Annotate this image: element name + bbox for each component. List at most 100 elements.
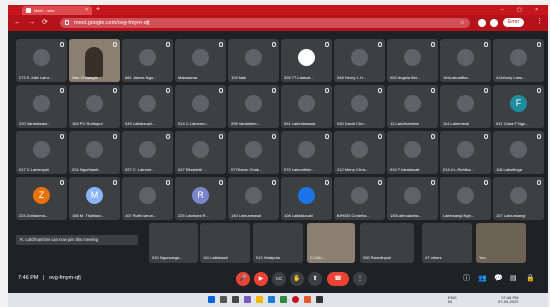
participant-name: 027 C. Lalremr... xyxy=(125,167,155,172)
participant-name: 002 Angela Bei... xyxy=(390,75,421,80)
participant-tile[interactable]: 010 T.Vanlalruati xyxy=(387,131,438,174)
url-text[interactable]: meet.google.com/ovg-fmym-qfj xyxy=(74,19,150,27)
participant-tile[interactable]: 091 Lalrindmawia xyxy=(281,85,332,128)
participant-tile[interactable]: 250 Ramdinpuii xyxy=(360,223,414,263)
chrome-icon[interactable] xyxy=(292,296,299,303)
participant-tile[interactable]: 070 Lalnunthim... xyxy=(281,131,332,174)
participant-tile[interactable]: 048 Henry L.H... xyxy=(334,39,385,82)
forward-button[interactable]: → xyxy=(28,19,35,27)
participant-tile[interactable]: 049 Lalfakzuali... xyxy=(122,85,173,128)
participant-tile[interactable]: Hau Chhangte xyxy=(69,39,120,82)
office-icon[interactable] xyxy=(304,296,311,303)
address-bar[interactable]: meet.google.com/ovg-fmym-qfj ☆ xyxy=(60,18,470,28)
present-button[interactable]: ⬆ xyxy=(308,272,322,286)
host-controls-lock-icon[interactable]: 🔒 xyxy=(526,275,535,283)
tab-close-icon[interactable]: × xyxy=(85,8,88,13)
participant-tile[interactable]: 027 C. Lalremr... xyxy=(122,131,173,174)
participant-avatar xyxy=(245,95,262,112)
participant-tile[interactable]: C.Chh... xyxy=(307,223,355,263)
store-icon[interactable] xyxy=(280,296,287,303)
participant-name: 047 Elizabeth ... xyxy=(178,167,207,172)
participant-avatar xyxy=(457,187,474,204)
app-icon[interactable] xyxy=(316,296,323,303)
participant-tile[interactable]: Lalrinsangi Ngh... xyxy=(440,177,491,220)
participant-name: 47 others xyxy=(425,255,442,260)
camera-toggle-button[interactable]: ▶ xyxy=(254,272,268,286)
participant-tile[interactable]: 030 David Chh... xyxy=(334,85,385,128)
participant-tile[interactable]: 130Lalhruaichia... xyxy=(387,177,438,220)
participant-name: 041 Clara F Ngu... xyxy=(496,121,529,126)
participant-tile[interactable]: You xyxy=(476,223,526,263)
participant-tile[interactable]: 077Karun Chak... xyxy=(228,131,279,174)
participant-tile[interactable]: 220 Vanlalrinaw... xyxy=(16,85,67,128)
participant-tile[interactable]: 4.Debory Lalru... xyxy=(493,39,544,82)
participant-tile[interactable]: 010 Ngursanga... xyxy=(149,223,198,263)
people-icon[interactable]: 👥 xyxy=(478,275,487,283)
participant-tile[interactable]: 114.Lalremeuli xyxy=(440,85,491,128)
participant-tile[interactable]: 002 Angela Bei... xyxy=(387,39,438,82)
participant-name: 091 Lalrindmawia xyxy=(284,121,316,126)
mic-toggle-button[interactable]: 🎤 xyxy=(236,272,250,286)
file-explorer-icon[interactable] xyxy=(256,296,263,303)
reload-button[interactable]: ⟳ xyxy=(42,19,48,27)
participant-tile[interactable]: 107 Lalnunsangi xyxy=(493,177,544,220)
participant-tile[interactable]: M 156 M. Thuthlan... xyxy=(69,177,120,220)
activities-icon[interactable]: ▤ xyxy=(510,275,517,283)
mic-muted-icon xyxy=(484,180,488,185)
participant-avatar xyxy=(351,49,368,66)
participant-tile[interactable]: 047 Elizabeth ... xyxy=(175,131,226,174)
new-tab-button[interactable]: + xyxy=(96,6,100,14)
task-view-icon[interactable] xyxy=(232,296,239,303)
participant-tile[interactable]: 017 C.Lalvenpuii xyxy=(16,131,67,174)
participant-name: BIH003 Cordelia... xyxy=(337,213,370,218)
info-icon[interactable]: ⓘ xyxy=(463,275,470,283)
raise-hand-button[interactable]: ✋ xyxy=(290,272,304,286)
participant-tile[interactable]: 118 Lalrotlinga xyxy=(493,131,544,174)
participant-tile[interactable]: 326 77.Lalduat... xyxy=(281,39,332,82)
back-button[interactable]: ← xyxy=(14,19,21,27)
language-indicator[interactable]: ENG IN xyxy=(448,296,457,304)
browser-menu-icon[interactable]: ⋮ xyxy=(536,18,543,26)
participant-tile[interactable]: 108 Lalbiakzuali xyxy=(281,177,332,220)
participant-tile[interactable]: 014 C.Lalremru... xyxy=(175,85,226,128)
profile-avatar[interactable] xyxy=(490,19,498,27)
participant-tile[interactable]: 212 Merry Chris... xyxy=(334,131,385,174)
participant-tile[interactable]: 111 Lalfakawii xyxy=(200,223,250,263)
chat-icon[interactable]: 💬 xyxy=(494,275,503,283)
end-call-button[interactable]: ☎ xyxy=(327,272,349,286)
window-controls[interactable]: – ▢ × xyxy=(501,6,544,14)
taskbar-clock[interactable]: 07:46 PM 07-03-2022 xyxy=(498,296,518,304)
captions-button[interactable]: CC xyxy=(272,272,286,286)
browser-tab[interactable]: Meet - nww × xyxy=(22,6,92,15)
mic-muted-icon xyxy=(484,134,488,139)
participant-tile[interactable]: 167 Ruthi lalrun... xyxy=(122,177,173,220)
participant-tile[interactable]: 273 S Julie Lalru... xyxy=(16,39,67,82)
participant-tile[interactable]: 012 Hriatpuia xyxy=(253,223,303,263)
participant-tile[interactable]: R 225 Lalchiani R... xyxy=(175,177,226,220)
participant-tile[interactable]: 014.V.L.Rehtha... xyxy=(440,131,491,174)
participant-tile[interactable]: 12.Lalchhanhimi xyxy=(387,85,438,128)
edge-icon[interactable] xyxy=(268,296,275,303)
participant-tile[interactable]: 224 Ngurthanti... xyxy=(69,131,120,174)
mic-muted-icon xyxy=(113,42,117,47)
participant-tile[interactable]: 103 Mali xyxy=(228,39,279,82)
participant-tile[interactable]: 47 others xyxy=(422,223,472,263)
bookmark-star-icon[interactable]: ☆ xyxy=(460,19,465,27)
participant-tile[interactable]: 163 PC Rohtupui xyxy=(69,85,120,128)
extension-icon[interactable] xyxy=(478,19,486,27)
start-icon[interactable] xyxy=(208,296,215,303)
participant-tile[interactable]: 164Lalruatfha... xyxy=(440,39,491,82)
participant-name: 224 Ngurthanti... xyxy=(72,167,102,172)
search-icon[interactable] xyxy=(220,296,227,303)
error-button[interactable]: Error xyxy=(503,18,525,27)
mic-muted-icon xyxy=(378,88,382,93)
participant-tile[interactable]: 140 Lalnunmawii xyxy=(228,177,279,220)
widgets-icon[interactable] xyxy=(244,296,251,303)
participant-tile[interactable]: Malsawma xyxy=(175,39,226,82)
participant-tile[interactable]: F 041 Clara F Ngu... xyxy=(493,85,544,128)
participant-tile[interactable]: Z 224 Zothanma... xyxy=(16,177,67,220)
more-options-button[interactable]: ⋮ xyxy=(353,272,367,286)
participant-tile[interactable]: BIH003 Cordelia... xyxy=(334,177,385,220)
participant-tile[interactable]: 295 Vanlalrem... xyxy=(228,85,279,128)
participant-tile[interactable]: 081 James Ngu... xyxy=(122,39,173,82)
